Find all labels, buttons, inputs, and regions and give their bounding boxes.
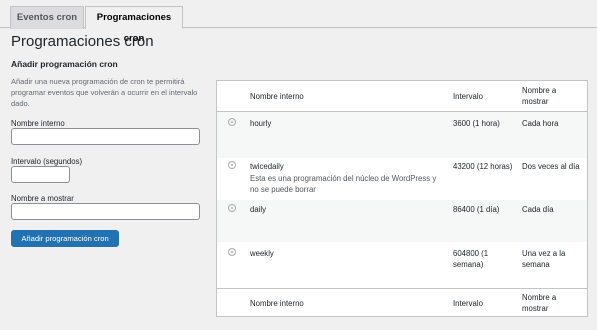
schedules-table: Nombre interno Intervalo Nombre a mostra… <box>216 80 588 317</box>
page-title: Programaciones cron <box>11 33 154 50</box>
row-display: Cada hora <box>522 119 559 128</box>
table-row: twicedaily Esta es una programación del … <box>217 158 587 200</box>
form-description: Añadir una nueva programación de cron te… <box>11 77 198 108</box>
row-name: twicedaily <box>250 162 284 171</box>
wordpress-icon <box>228 161 236 169</box>
row-note: Esta es una programación del núcleo de W… <box>250 174 437 194</box>
tab-programaciones-cron[interactable]: Programaciones cron <box>85 6 183 44</box>
row-interval: 86400 (1 día) <box>453 205 500 214</box>
row-display: Una vez a la semana <box>522 249 566 269</box>
footer-display[interactable]: Nombre a mostrar <box>522 292 582 314</box>
row-display: Dos veces al día <box>522 162 580 171</box>
table-row: daily 86400 (1 día) Cada día <box>217 200 587 242</box>
row-name: daily <box>250 205 267 214</box>
footer-name[interactable]: Nombre interno <box>250 298 304 309</box>
table-row: hourly 3600 (1 hora) Cada hora <box>217 112 587 158</box>
tab-bar: Eventos cron Programaciones cron <box>0 0 597 44</box>
header-interval[interactable]: Intervalo <box>453 91 483 102</box>
header-name[interactable]: Nombre interno <box>250 91 304 102</box>
header-display[interactable]: Nombre a mostrar <box>522 85 582 107</box>
add-schedule-button[interactable]: Añadir programación cron <box>11 230 119 247</box>
wordpress-icon <box>228 118 236 126</box>
row-interval: 3600 (1 hora) <box>453 119 500 128</box>
wordpress-icon <box>228 204 236 212</box>
form-section-title: Añadir programación cron <box>11 59 118 69</box>
name-input[interactable] <box>11 128 200 145</box>
display-name-input[interactable] <box>11 203 200 220</box>
display-name-label: Nombre a mostrar <box>11 194 74 203</box>
row-display: Cada día <box>522 205 554 214</box>
table-footer: Nombre interno Intervalo Nombre a mostra… <box>217 288 587 317</box>
tab-eventos-cron[interactable]: Eventos cron <box>10 6 84 29</box>
table-row: weekly 604800 (1 semana) Una vez a la se… <box>217 242 587 288</box>
table-header: Nombre interno Intervalo Nombre a mostra… <box>217 81 587 112</box>
name-label: Nombre interno <box>11 119 65 128</box>
row-name: hourly <box>250 119 272 128</box>
wordpress-icon <box>228 248 236 256</box>
interval-input[interactable] <box>11 166 70 183</box>
row-interval: 43200 (12 horas) <box>453 162 513 171</box>
row-name: weekly <box>250 249 274 258</box>
footer-interval[interactable]: Intervalo <box>453 298 483 309</box>
interval-label: Intervalo (segundos) <box>11 157 83 166</box>
row-interval: 604800 (1 semana) <box>453 249 489 269</box>
